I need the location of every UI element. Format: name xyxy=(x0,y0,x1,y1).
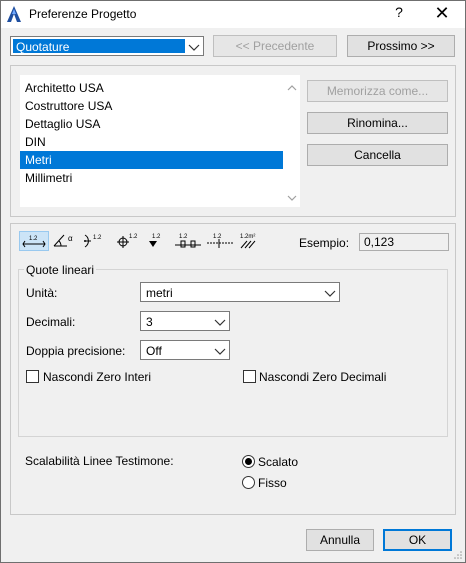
svg-text:1.2: 1.2 xyxy=(29,236,38,242)
ok-button[interactable]: OK xyxy=(383,529,452,551)
decimals-label: Decimali: xyxy=(26,315,76,329)
hide-zero-dec-checkbox[interactable] xyxy=(243,370,256,383)
chevron-down-icon xyxy=(214,348,226,355)
elevation-dimension-icon[interactable]: 1.2 xyxy=(143,231,173,251)
chevron-down-icon xyxy=(214,319,226,326)
sill-height-icon[interactable]: 1.2 xyxy=(205,231,235,251)
double-precision-select[interactable]: Off xyxy=(140,340,230,360)
example-value-field: 0,123 xyxy=(359,233,449,251)
scroll-down-icon[interactable] xyxy=(286,193,298,203)
svg-text:1.2: 1.2 xyxy=(179,234,188,240)
fixed-radio-label: Fisso xyxy=(258,476,287,490)
presets-list[interactable]: Architetto USA Costruttore USA Dettaglio… xyxy=(20,75,300,207)
preset-item-architetto-usa[interactable]: Architetto USA xyxy=(20,79,283,97)
svg-text:1.2: 1.2 xyxy=(152,234,161,240)
svg-text:α: α xyxy=(68,234,73,243)
svg-text:1.2: 1.2 xyxy=(93,235,102,241)
preset-item-dettaglio-usa[interactable]: Dettaglio USA xyxy=(20,115,283,133)
archicad-app-icon xyxy=(7,6,21,22)
previous-button[interactable]: << Precedente xyxy=(213,35,337,57)
scaled-radio-label: Scalato xyxy=(258,455,299,469)
preset-item-millimetri[interactable]: Millimetri xyxy=(20,169,283,187)
area-calculation-icon[interactable]: 1.2m² xyxy=(237,231,267,251)
preset-item-metri[interactable]: Metri xyxy=(20,151,283,169)
store-as-button[interactable]: Memorizza come... xyxy=(307,80,448,102)
unit-select-value: metri xyxy=(146,286,173,300)
witness-lines-label: Scalabilità Linee Testimone: xyxy=(25,454,174,468)
help-button[interactable]: ? xyxy=(391,4,407,20)
angle-dimension-icon[interactable]: α xyxy=(51,231,81,251)
chevron-down-icon xyxy=(188,44,200,51)
decimals-select[interactable]: 3 xyxy=(140,311,230,331)
hide-zero-int-label: Nascondi Zero Interi xyxy=(43,370,152,384)
scaled-radio[interactable] xyxy=(242,455,255,468)
example-label: Esempio: xyxy=(299,236,350,250)
close-button[interactable]: ✕ xyxy=(433,2,451,24)
decimals-select-value: 3 xyxy=(146,315,153,329)
category-select-value: Quotature xyxy=(13,39,185,54)
preset-item-costruttore-usa[interactable]: Costruttore USA xyxy=(20,97,283,115)
linear-dimension-icon[interactable]: 1.2 xyxy=(19,231,49,251)
svg-text:1.2: 1.2 xyxy=(129,234,138,240)
hide-zero-int-checkbox[interactable] xyxy=(26,370,39,383)
radius-dimension-icon[interactable]: 1.2 xyxy=(81,231,111,251)
double-precision-label: Doppia precisione: xyxy=(26,344,126,358)
category-select[interactable]: Quotature xyxy=(10,36,204,56)
linear-dimensions-title: Quote lineari xyxy=(24,263,97,277)
fixed-radio[interactable] xyxy=(242,476,255,489)
title-bar[interactable]: Preferenze Progetto ? ✕ xyxy=(1,1,465,28)
double-precision-select-value: Off xyxy=(146,344,162,358)
scroll-up-icon[interactable] xyxy=(286,83,298,93)
svg-text:1.2: 1.2 xyxy=(213,234,222,240)
next-button[interactable]: Prossimo >> xyxy=(347,35,455,57)
preset-item-din[interactable]: DIN xyxy=(20,133,283,151)
hide-zero-dec-label: Nascondi Zero Decimali xyxy=(259,370,387,384)
svg-text:1.2m²: 1.2m² xyxy=(240,234,255,240)
preferences-dialog: Preferenze Progetto ? ✕ Quotature << Pre… xyxy=(0,0,466,563)
level-dimension-icon[interactable]: 1.2 xyxy=(113,231,143,251)
resize-grip-icon[interactable] xyxy=(453,550,463,560)
rename-button[interactable]: Rinomina... xyxy=(307,112,448,134)
door-window-dimension-icon[interactable]: 1.2 xyxy=(173,231,203,251)
cancel-button[interactable]: Annulla xyxy=(306,529,374,551)
delete-button[interactable]: Cancella xyxy=(307,144,448,166)
unit-label: Unità: xyxy=(26,286,58,300)
unit-select[interactable]: metri xyxy=(140,282,340,302)
dialog-title: Preferenze Progetto xyxy=(29,7,137,21)
chevron-down-icon xyxy=(324,290,336,297)
